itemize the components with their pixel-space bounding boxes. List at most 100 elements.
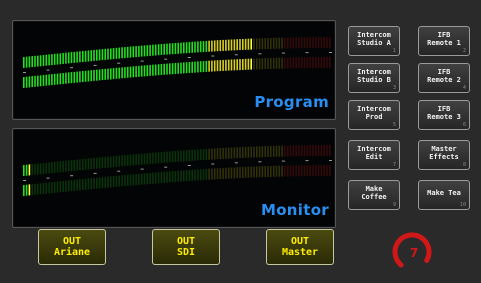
meter-segment	[28, 56, 31, 68]
meter-segment	[65, 180, 67, 192]
meter-segment	[171, 43, 174, 55]
meter-segment	[258, 146, 261, 158]
meter-segment	[219, 168, 222, 180]
button-ifb-remote-1[interactable]: IFB Remote 12	[418, 26, 470, 56]
meter-segment	[37, 183, 39, 195]
meter-tick	[140, 60, 144, 62]
meter-segment	[157, 152, 160, 164]
meter-segment	[82, 51, 84, 62]
meter-segment	[261, 38, 264, 50]
button-intercom-studio-b[interactable]: Intercom Studio B3	[348, 63, 400, 93]
button-make-coffee[interactable]: Make Coffee 9	[348, 180, 400, 210]
meter-segment	[96, 157, 98, 169]
meter-segment	[225, 39, 227, 51]
meter-segment	[107, 176, 109, 188]
meter-tick	[46, 177, 50, 179]
meter-segment	[247, 146, 250, 158]
meter-segment	[320, 145, 323, 156]
meter-segment	[45, 74, 48, 86]
button-ifb-remote-3[interactable]: IFB Remote 36	[418, 100, 470, 130]
meter-segment	[42, 183, 45, 194]
button-number: 10	[459, 202, 466, 208]
meter-tick	[23, 180, 26, 181]
button-intercom-edit[interactable]: Intercom Edit 7	[348, 140, 400, 170]
encoder-value: 7	[410, 246, 418, 260]
meter-segment	[289, 57, 292, 69]
meter-tick	[258, 53, 262, 55]
meter-segment	[286, 165, 289, 177]
meter-segment	[87, 178, 90, 190]
meter-segment	[188, 170, 191, 181]
meter-segment	[146, 173, 149, 185]
out-sdi-button[interactable]: OUT SDI	[152, 229, 220, 265]
meter-segment	[267, 58, 269, 69]
meter-segment	[295, 145, 297, 157]
meter-segment	[329, 145, 331, 156]
button-intercom-studio-a[interactable]: Intercom Studio A1	[348, 26, 400, 56]
meter-segment	[230, 147, 233, 159]
meter-segment	[53, 181, 56, 193]
meter-segment	[208, 60, 210, 72]
button-number: 6	[462, 122, 466, 128]
out-ariane-button[interactable]: OUT Ariane	[38, 229, 106, 265]
meter-segment	[213, 148, 216, 160]
button-intercom-prod[interactable]: Intercom Prod 5	[348, 100, 400, 130]
meter-segment	[135, 46, 137, 58]
meter-segment	[270, 165, 272, 177]
meter-segment	[208, 40, 210, 52]
meter-segment	[163, 43, 165, 55]
meter-segment	[317, 37, 320, 48]
meter-segment	[126, 174, 129, 186]
meter-segment	[303, 165, 306, 177]
meter-segment	[62, 73, 64, 84]
meter-segment	[323, 165, 325, 176]
meter-segment	[197, 149, 199, 161]
meter-segment	[199, 41, 202, 53]
button-make-tea[interactable]: Make Tea 10	[418, 180, 470, 210]
meter-segment	[98, 69, 101, 81]
meter-segment	[261, 166, 264, 178]
meter-segment	[244, 146, 247, 158]
meter-segment	[160, 152, 163, 163]
meter-tick	[281, 52, 285, 54]
meter-segment	[129, 46, 132, 58]
meter-segment	[233, 147, 236, 159]
meter-segment	[199, 169, 202, 181]
button-master-effects[interactable]: Master Effects 8	[418, 140, 470, 170]
meter-segment	[191, 169, 193, 181]
meter-segment	[112, 176, 115, 188]
meter-segment	[115, 155, 118, 167]
meter-segment	[242, 59, 244, 70]
meter-segment	[270, 145, 272, 157]
meter-segment	[171, 151, 174, 163]
meter-segment	[303, 145, 306, 157]
meter-segment	[211, 60, 213, 72]
meter-segment	[135, 174, 137, 186]
meter-segment	[278, 57, 281, 69]
meter-segment	[261, 146, 264, 158]
meter-segment	[281, 37, 283, 49]
meter-segment	[42, 75, 45, 86]
meter-segment	[169, 151, 171, 163]
meter-segment	[191, 61, 193, 73]
meter-segment	[82, 159, 84, 170]
meter-segment	[31, 56, 33, 68]
meter-segment	[42, 55, 45, 66]
encoder-knob[interactable]: 7	[390, 230, 434, 274]
button-ifb-remote-2[interactable]: IFB Remote 24	[418, 63, 470, 93]
button-label: Intercom Edit	[357, 145, 391, 161]
meter-tick	[70, 175, 74, 177]
meter-tick	[234, 54, 238, 56]
meter-segment	[31, 184, 33, 196]
out-master-button[interactable]: OUT Master	[266, 229, 334, 265]
meter-segment	[48, 74, 50, 86]
meter-segment	[247, 166, 250, 178]
meter-segment	[126, 154, 129, 166]
meter-segment	[250, 146, 252, 158]
meter-segment	[309, 37, 311, 49]
meter-tick	[117, 62, 121, 64]
meter-segment	[45, 182, 48, 194]
meter-segment	[129, 66, 132, 78]
meter-segment	[28, 76, 31, 88]
meter-segment	[222, 147, 224, 159]
